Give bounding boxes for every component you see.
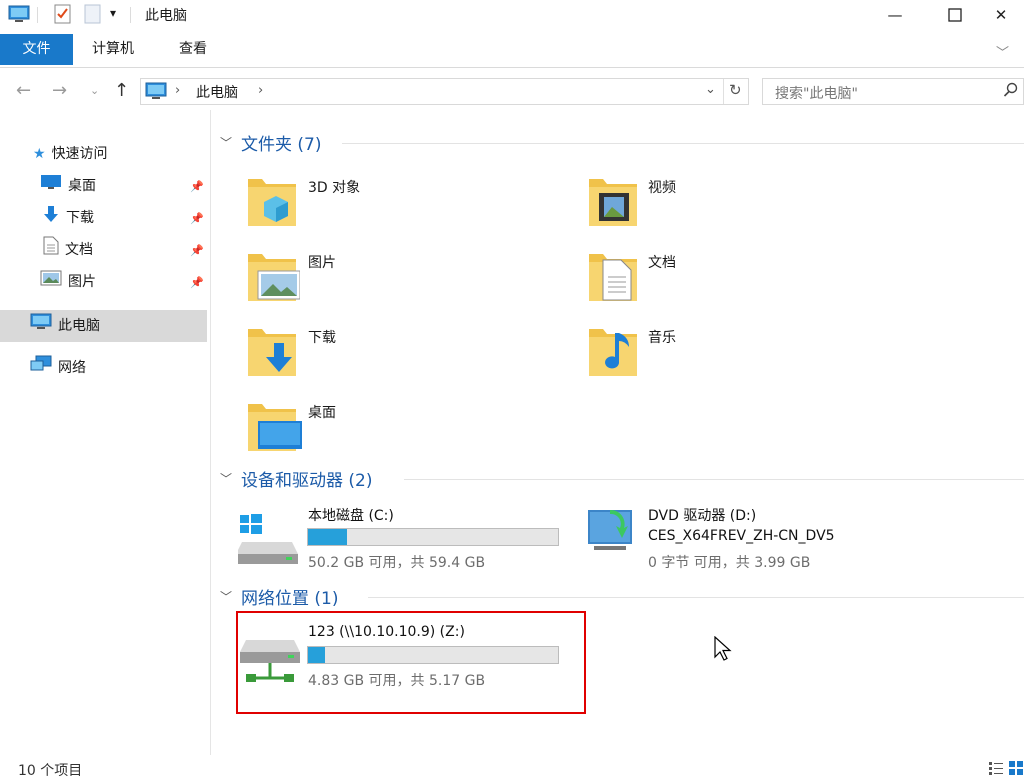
group-network-title: 网络位置 (1) <box>241 589 339 609</box>
chevron-down-icon: ﹀ <box>220 590 233 604</box>
drive-c-space: 50.2 GB 可用，共 59.4 GB <box>308 555 486 571</box>
title-separator <box>130 7 131 23</box>
folder-label[interactable]: 视频 <box>648 177 676 197</box>
recent-locations-icon[interactable]: ⌄ <box>90 84 99 97</box>
tab-view[interactable]: 查看 <box>167 34 219 65</box>
drive-c-usage-fill <box>308 529 347 545</box>
pin-icon[interactable]: 📌 <box>190 180 204 193</box>
nav-item-documents[interactable]: 文档 <box>43 236 93 264</box>
group-network-header[interactable]: ﹀ 网络位置 (1) <box>220 584 339 609</box>
back-arrow-icon[interactable]: ← <box>16 80 31 101</box>
folder-label[interactable]: 3D 对象 <box>308 177 360 197</box>
group-divider <box>342 143 1024 144</box>
computer-icon <box>30 313 52 340</box>
breadcrumb-separator-icon[interactable]: › <box>175 83 180 98</box>
pin-icon[interactable]: 📌 <box>190 244 204 257</box>
folder-label[interactable]: 音乐 <box>648 327 676 347</box>
drive-z-space: 4.83 GB 可用，共 5.17 GB <box>308 673 486 689</box>
drive-d-space: 0 字节 可用，共 3.99 GB <box>648 555 811 571</box>
new-folder-icon[interactable] <box>84 4 102 28</box>
nav-this-pc-label: 此电脑 <box>58 318 100 334</box>
star-icon: ★ <box>33 146 46 162</box>
refresh-icon[interactable]: ↻ <box>729 81 742 99</box>
folder-label[interactable]: 下载 <box>308 327 336 347</box>
nav-item-pictures[interactable]: 图片 <box>40 269 96 295</box>
download-arrow-icon <box>42 205 60 232</box>
drive-z-usage-bar <box>307 646 559 664</box>
details-view-icon[interactable] <box>988 760 1004 780</box>
minimize-icon[interactable]: — <box>872 0 918 30</box>
nav-item-label: 图片 <box>68 274 96 290</box>
folder-desktop[interactable] <box>244 394 304 458</box>
status-item-count: 10 个项目 <box>18 763 83 779</box>
nav-quick-access-label: 快速访问 <box>51 146 108 162</box>
dvd-drive-icon[interactable] <box>586 508 634 558</box>
nav-item-label: 下载 <box>66 210 94 226</box>
folder-downloads[interactable] <box>244 319 300 383</box>
group-devices-header[interactable]: ﹀ 设备和驱动器 (2) <box>220 466 373 491</box>
folder-label[interactable]: 图片 <box>308 252 336 272</box>
nav-item-desktop[interactable]: 桌面 <box>40 173 96 199</box>
nav-network[interactable]: 网络 <box>30 355 86 381</box>
pane-divider <box>210 110 211 755</box>
breadcrumb-this-pc[interactable]: 此电脑 <box>196 82 238 102</box>
quick-access-separator <box>37 7 38 23</box>
drive-c-usage-bar <box>307 528 559 546</box>
folder-videos[interactable] <box>585 169 641 233</box>
folder-pictures[interactable] <box>244 244 301 308</box>
ribbon-tab-row <box>0 34 1024 68</box>
drive-z-name[interactable]: 123 (\\10.10.10.9) (Z:) <box>308 624 465 640</box>
folder-label[interactable]: 文档 <box>648 252 676 272</box>
group-folders-header[interactable]: ﹀ 文件夹 (7) <box>220 130 322 155</box>
picture-icon <box>40 269 62 295</box>
drive-d-name[interactable]: DVD 驱动器 (D:) <box>648 505 756 525</box>
computer-icon[interactable] <box>8 4 30 28</box>
document-icon <box>43 236 59 264</box>
nav-quick-access[interactable]: ★ 快速访问 <box>33 141 108 167</box>
desktop-icon <box>40 173 62 199</box>
customize-dropdown-icon[interactable]: ▾ <box>110 6 116 20</box>
group-devices-title: 设备和驱动器 (2) <box>241 471 373 491</box>
mouse-cursor-icon <box>714 635 732 666</box>
nav-item-downloads[interactable]: 下载 <box>42 205 94 231</box>
drive-z-usage-fill <box>308 647 325 663</box>
ribbon-expand-icon[interactable]: ﹀ <box>996 42 1009 61</box>
chevron-down-icon: ﹀ <box>220 472 233 486</box>
group-folders-title: 文件夹 (7) <box>241 135 322 155</box>
network-drive-icon[interactable] <box>240 636 302 690</box>
nav-item-label: 文档 <box>65 242 93 258</box>
tab-computer[interactable]: 计算机 <box>80 34 146 65</box>
windows-drive-icon[interactable] <box>236 514 300 570</box>
nav-item-label: 桌面 <box>68 178 96 194</box>
group-divider <box>368 597 1024 598</box>
address-dropdown-icon[interactable]: ⌄ <box>705 82 716 97</box>
search-icon[interactable] <box>1003 82 1019 102</box>
forward-arrow-icon[interactable]: → <box>52 80 67 101</box>
large-icons-view-icon[interactable] <box>1008 760 1024 780</box>
nav-network-label: 网络 <box>58 360 86 376</box>
folder-label[interactable]: 桌面 <box>308 402 336 422</box>
group-divider <box>404 479 1024 480</box>
up-arrow-icon[interactable]: ↑ <box>114 80 129 101</box>
pin-icon[interactable]: 📌 <box>190 276 204 289</box>
address-computer-icon <box>145 82 167 105</box>
breadcrumb-chevron-icon[interactable]: › <box>258 83 263 98</box>
properties-check-icon[interactable] <box>54 4 72 28</box>
close-icon[interactable]: ✕ <box>978 0 1024 30</box>
folder-3d-objects[interactable] <box>244 169 300 233</box>
drive-d-volume-label: CES_X64FREV_ZH-CN_DV5 <box>648 528 835 544</box>
search-placeholder: 搜索"此电脑" <box>775 86 858 102</box>
nav-this-pc[interactable]: 此电脑 <box>30 313 100 339</box>
address-divider <box>723 79 724 104</box>
folder-documents[interactable] <box>585 244 641 308</box>
maximize-icon[interactable] <box>932 0 978 30</box>
pin-icon[interactable]: 📌 <box>190 212 204 225</box>
drive-c-name[interactable]: 本地磁盘 (C:) <box>308 505 394 525</box>
chevron-down-icon: ﹀ <box>220 136 233 150</box>
folder-music[interactable] <box>585 319 641 383</box>
window-title: 此电脑 <box>145 8 187 24</box>
tab-file[interactable]: 文件 <box>0 34 73 65</box>
network-icon <box>30 355 52 382</box>
